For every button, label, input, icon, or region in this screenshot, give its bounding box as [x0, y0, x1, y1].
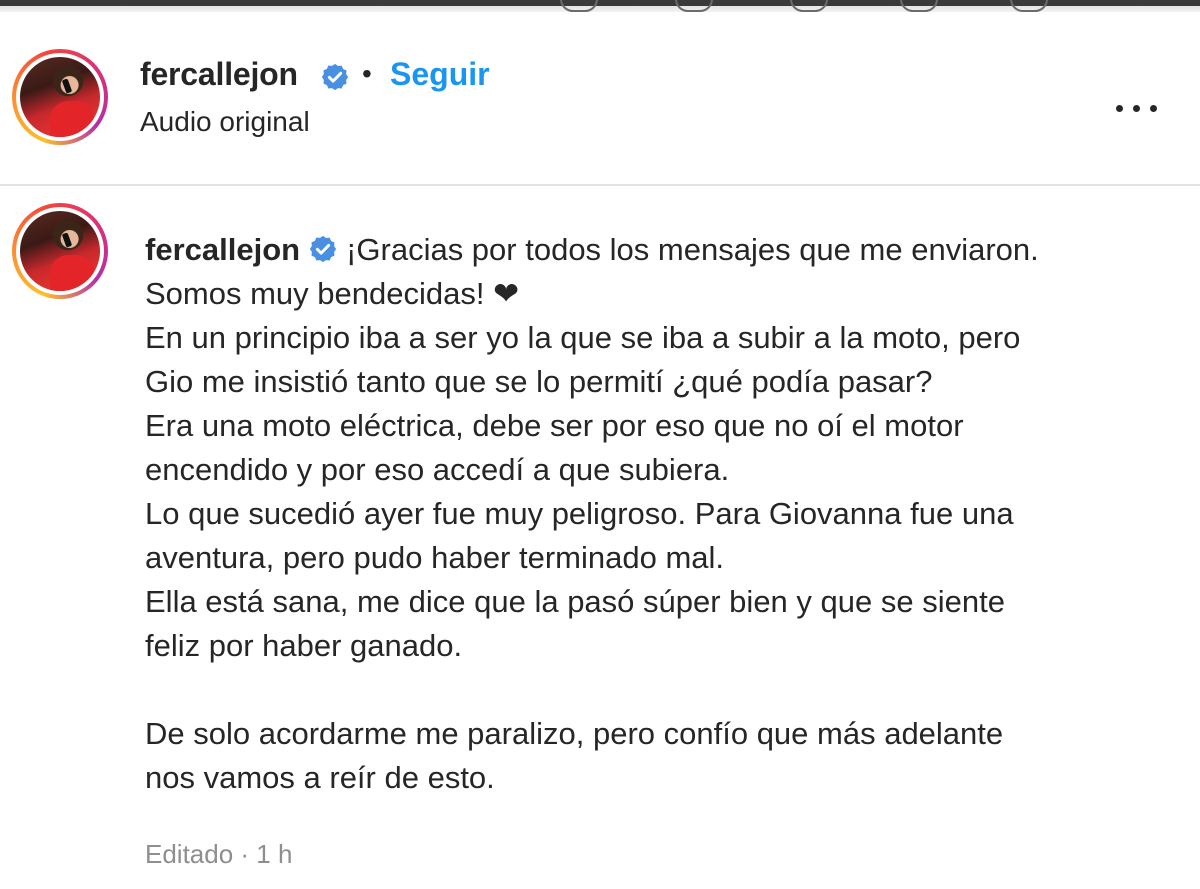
header-username[interactable]: fercallejon [140, 56, 298, 93]
caption-text-line: nos vamos a reír de esto. [145, 760, 495, 795]
audio-original-link[interactable]: Audio original [140, 106, 310, 138]
more-options-icon[interactable] [1114, 98, 1160, 118]
toolbar-icon [790, 0, 828, 12]
caption-text-line: ¡Gracias por todos los mensajes que me e… [346, 232, 1039, 267]
toolbar-icon [675, 0, 713, 12]
caption-text-line: En un principio iba a ser yo la que se i… [145, 320, 1021, 355]
caption-text-line: Somos muy bendecidas! ❤ [145, 276, 520, 311]
toolbar-icon [900, 0, 938, 12]
post-header: fercallejon • Seguir Audio original [0, 12, 1200, 186]
caption-username[interactable]: fercallejon [145, 232, 300, 267]
separator-dot: • [362, 58, 372, 89]
avatar-image [20, 57, 100, 137]
toolbar-icon [560, 0, 598, 12]
caption-avatar[interactable] [12, 203, 108, 299]
toolbar-icon [1010, 0, 1048, 12]
caption-text-line: De solo acordarme me paralizo, pero conf… [145, 716, 1004, 751]
top-toolbar-strip [0, 0, 1200, 12]
avatar[interactable] [12, 49, 108, 145]
verified-badge-icon [309, 235, 337, 263]
post-meta: Editado · 1 h [145, 839, 293, 869]
caption-text-line: Ella está sana, me dice que la pasó súpe… [145, 584, 1005, 619]
caption-text-line: feliz por haber ganado. [145, 628, 463, 663]
caption-text-line: Era una moto eléctrica, debe ser por eso… [145, 408, 964, 443]
verified-badge-icon [321, 63, 349, 91]
follow-button[interactable]: Seguir [390, 56, 490, 93]
caption-text-line: Gio me insistió tanto que se lo permití … [145, 364, 933, 399]
caption-body: fercallejon ¡Gracias por todos los mensaj… [145, 228, 1175, 800]
caption-text-line: Lo que sucedió ayer fue muy peligroso. P… [145, 496, 1014, 531]
avatar-image [20, 211, 100, 291]
caption-text-line: encendido y por eso accedí a que subiera… [145, 452, 730, 487]
caption-text-line: aventura, pero pudo haber terminado mal. [145, 540, 725, 575]
caption-line: fercallejon ¡Gracias por todos los mensaj… [145, 228, 1175, 272]
